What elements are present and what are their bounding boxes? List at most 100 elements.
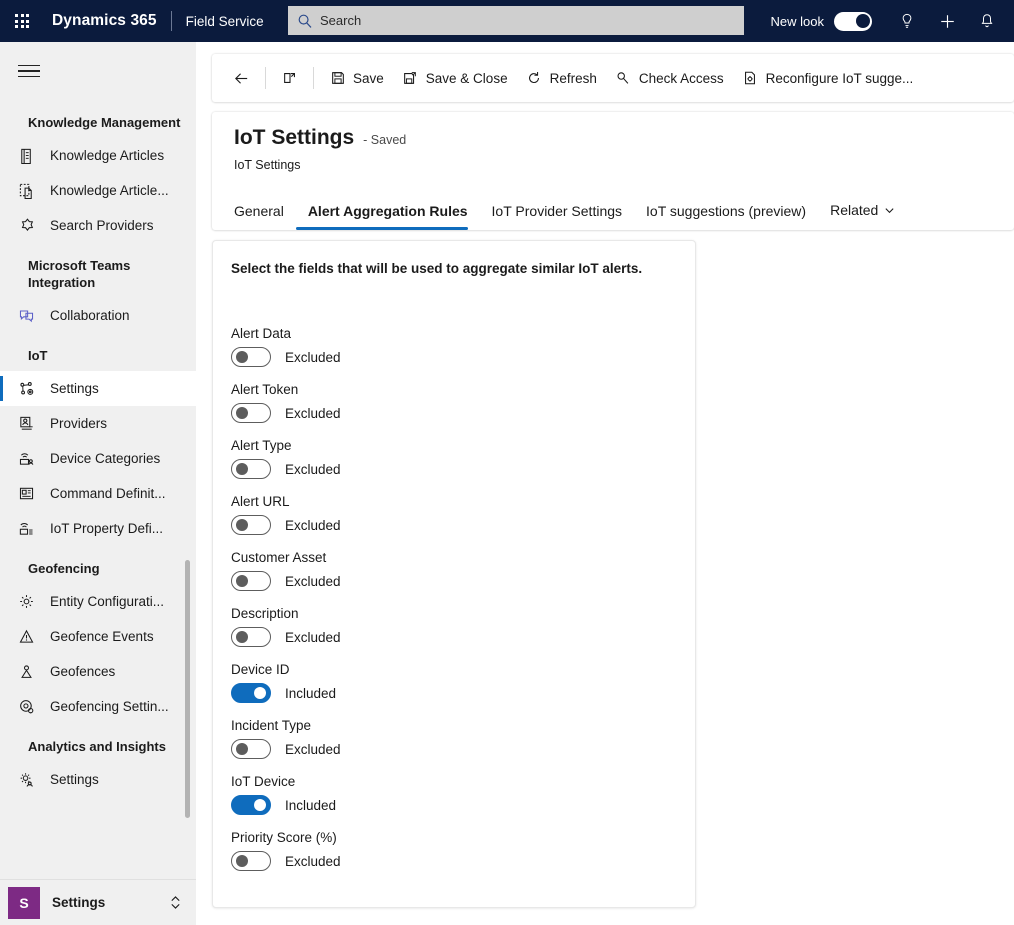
tab-label: General (234, 203, 284, 219)
toggle-row: Excluded (231, 515, 695, 535)
knowledge-article-icon (16, 146, 36, 166)
sidebar-item-label: Device Categories (50, 451, 161, 466)
plus-icon[interactable] (928, 0, 966, 42)
field-label: Alert URL (231, 494, 290, 509)
reconfigure-iot-suggestions-button[interactable]: Reconfigure IoT sugge... (733, 61, 923, 95)
command-separator (265, 67, 266, 89)
toggle-row: Excluded (231, 851, 695, 871)
field-alert-token: Alert Token Excluded (231, 382, 695, 423)
aggregation-field-list: Alert Data Excluded Alert Token Excluded Ale… (231, 326, 695, 871)
search-input[interactable]: Search (288, 6, 744, 35)
lightbulb-icon[interactable] (888, 0, 926, 42)
geofencing-settings-icon (16, 697, 36, 717)
sidebar-item-label: Search Providers (50, 218, 154, 233)
toggle-state-label: Excluded (285, 349, 341, 365)
sidebar-item-search-providers[interactable]: Search Providers (0, 208, 196, 243)
app-launcher-icon[interactable] (0, 0, 44, 42)
sidebar-item-knowledge-article[interactable]: Knowledge Article... (0, 173, 196, 208)
sidebar-item-label: Collaboration (50, 308, 130, 323)
refresh-button[interactable]: Refresh (517, 61, 606, 95)
tab-label: Related (830, 201, 879, 218)
page-title: IoT Settings (234, 126, 355, 149)
save-status-label: - Saved (363, 133, 407, 147)
sidebar: Knowledge Management Knowledge Articles Kn… (0, 42, 196, 925)
sidebar-item-command-definit[interactable]: Command Definit... (0, 476, 196, 511)
sidebar-scrollbar[interactable] (185, 560, 190, 818)
form-heading: Select the fields that will be used to a… (231, 261, 643, 276)
sidebar-item-device-categories[interactable]: Device Categories (0, 441, 196, 476)
sidebar-item-collaboration[interactable]: Collaboration (0, 298, 196, 333)
sidebar-item-geofencing-settin[interactable]: Geofencing Settin... (0, 689, 196, 724)
app-name-label[interactable]: Field Service (186, 14, 264, 29)
save-button[interactable]: Save (320, 61, 393, 95)
field-device-id: Device ID Included (231, 662, 695, 703)
toggle-state-label: Excluded (285, 853, 341, 869)
refresh-icon (526, 70, 543, 87)
toggle-state-label: Included (285, 797, 337, 813)
search-placeholder: Search (320, 13, 362, 28)
open-in-new-window-button[interactable] (272, 61, 307, 95)
check-access-button[interactable]: Check Access (606, 61, 733, 95)
toggle-switch[interactable] (231, 851, 271, 871)
toggle-switch[interactable] (231, 683, 271, 703)
top-header-bar: Dynamics 365 Field Service Search New lo… (0, 0, 1014, 42)
toggle-row: Excluded (231, 347, 695, 367)
sidebar-item-iot-property-defi[interactable]: IoT Property Defi... (0, 511, 196, 546)
hamburger-menu-icon[interactable] (9, 51, 49, 91)
toggle-row: Excluded (231, 739, 695, 759)
tab-label: IoT suggestions (preview) (646, 203, 807, 219)
brand-title[interactable]: Dynamics 365 (52, 12, 157, 30)
sidebar-item-settings[interactable]: Settings (0, 371, 196, 406)
save-and-close-icon (402, 70, 419, 87)
toggle-switch[interactable] (231, 347, 271, 367)
toggle-switch[interactable] (231, 403, 271, 423)
sidebar-item-entity-configurati[interactable]: Entity Configurati... (0, 584, 196, 619)
toggle-state-label: Excluded (285, 629, 341, 645)
toggle-state-label: Included (285, 685, 337, 701)
new-look-toggle[interactable] (834, 11, 872, 31)
sidebar-item-label: Providers (50, 416, 108, 431)
toggle-switch[interactable] (231, 515, 271, 535)
toggle-switch[interactable] (231, 739, 271, 759)
tab-related[interactable]: Related (818, 202, 907, 230)
sidebar-item-geofences[interactable]: Geofences (0, 654, 196, 689)
refresh-label: Refresh (549, 70, 597, 86)
back-button[interactable] (224, 61, 259, 95)
save-and-close-button[interactable]: Save & Close (393, 61, 517, 95)
sidebar-item-label: Geofencing Settin... (50, 699, 169, 714)
toggle-switch[interactable] (231, 571, 271, 591)
tab-general[interactable]: General (234, 203, 296, 230)
sidebar-item-label: Settings (50, 772, 99, 787)
field-label: IoT Device (231, 774, 296, 789)
field-label: Alert Data (231, 326, 292, 341)
sidebar-group-title: Knowledge Management (28, 115, 181, 130)
sidebar-item-knowledge-articles[interactable]: Knowledge Articles (0, 138, 196, 173)
header-divider (170, 11, 172, 31)
sidebar-item-geofence-events[interactable]: Geofence Events (0, 619, 196, 654)
toggle-row: Excluded (231, 627, 695, 647)
knowledge-article-template-icon (16, 181, 36, 201)
toggle-row: Included (231, 795, 695, 815)
field-label: Alert Type (231, 438, 292, 453)
chevron-updown-icon (169, 894, 182, 911)
bell-icon[interactable] (968, 0, 1006, 42)
field-description: Description Excluded (231, 606, 695, 647)
tab-alert-aggregation-rules[interactable]: Alert Aggregation Rules (295, 203, 480, 230)
toggle-switch[interactable] (231, 795, 271, 815)
tab-iot-suggestions-preview[interactable]: IoT suggestions (preview) (634, 203, 818, 230)
sidebar-item-settings[interactable]: Settings (0, 762, 196, 797)
toggle-switch[interactable] (231, 627, 271, 647)
alert-aggregation-rules-form: Select the fields that will be used to a… (212, 240, 696, 908)
field-label: Description (231, 606, 299, 621)
area-label: Settings (52, 895, 106, 910)
toggle-switch[interactable] (231, 459, 271, 479)
record-subtitle: IoT Settings (234, 158, 301, 172)
save-label: Save (353, 70, 384, 86)
sidebar-item-providers[interactable]: Providers (0, 406, 196, 441)
iot-property-definitions-icon (16, 519, 36, 539)
tab-iot-provider-settings[interactable]: IoT Provider Settings (480, 203, 634, 230)
toggle-row: Excluded (231, 571, 695, 591)
field-label: Priority Score (%) (231, 830, 337, 845)
save-and-close-label: Save & Close (425, 70, 508, 86)
sidebar-footer-area-switcher[interactable]: S Settings (0, 879, 196, 925)
